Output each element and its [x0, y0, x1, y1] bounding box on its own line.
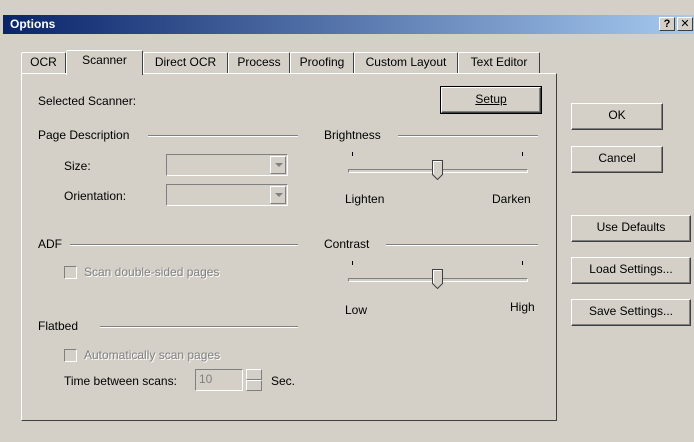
help-button[interactable]: ? — [659, 17, 675, 31]
brightness-max-label: Darken — [492, 192, 531, 206]
auto-scan-label: Automatically scan pages — [84, 348, 221, 362]
scan-double-sided-label: Scan double-sided pages — [84, 265, 220, 279]
load-settings-button[interactable]: Load Settings... — [571, 257, 691, 284]
flatbed-separator — [100, 326, 298, 328]
adf-header: ADF — [38, 237, 62, 251]
scanner-tab-panel: Selected Scanner: Setup Page Description… — [21, 73, 557, 421]
time-between-scans-input[interactable]: 10 — [195, 369, 243, 391]
title-bar[interactable]: Options ? ✕ — [3, 15, 694, 34]
window-title: Options — [10, 17, 56, 31]
save-settings-button[interactable]: Save Settings... — [571, 299, 691, 326]
chevron-down-icon[interactable] — [270, 156, 286, 174]
cancel-button[interactable]: Cancel — [571, 146, 663, 173]
selected-scanner-label: Selected Scanner: — [38, 94, 137, 108]
close-button[interactable]: ✕ — [677, 17, 693, 31]
contrast-thumb[interactable] — [432, 269, 443, 289]
size-combobox[interactable] — [166, 154, 288, 176]
tab-direct-ocr[interactable]: Direct OCR — [143, 52, 228, 73]
tab-process[interactable]: Process — [228, 52, 290, 73]
contrast-tick-max — [522, 261, 523, 265]
setup-button-label: Setup — [475, 92, 507, 106]
tab-ocr[interactable]: OCR — [21, 52, 66, 73]
tab-scanner[interactable]: Scanner — [66, 50, 143, 75]
brightness-separator — [398, 135, 538, 137]
brightness-thumb[interactable] — [432, 160, 443, 180]
tab-text-editor[interactable]: Text Editor — [458, 52, 540, 73]
page-description-separator — [148, 135, 298, 137]
options-dialog: Options ? ✕ OCR Scanner Direct OCR Proce… — [0, 0, 694, 442]
contrast-max-label: High — [510, 300, 535, 314]
brightness-min-label: Lighten — [345, 192, 385, 206]
chevron-down-icon[interactable] — [270, 186, 286, 204]
tab-proofing[interactable]: Proofing — [290, 52, 354, 73]
tab-custom-layout[interactable]: Custom Layout — [354, 52, 458, 73]
setup-button[interactable]: Setup — [440, 86, 542, 114]
contrast-separator — [386, 244, 538, 246]
orientation-label: Orientation: — [64, 189, 127, 203]
flatbed-header: Flatbed — [38, 319, 79, 333]
time-spinner — [246, 369, 262, 391]
brightness-header: Brightness — [324, 128, 381, 142]
contrast-tick-min — [352, 261, 353, 265]
contrast-min-label: Low — [345, 303, 368, 317]
use-defaults-button[interactable]: Use Defaults — [571, 215, 691, 242]
page-description-header: Page Description — [38, 128, 130, 142]
orientation-combobox[interactable] — [166, 184, 288, 206]
spin-down-button[interactable] — [246, 380, 262, 391]
brightness-tick-max — [522, 152, 523, 156]
auto-scan-checkbox[interactable] — [64, 349, 77, 362]
spin-up-button[interactable] — [246, 369, 262, 380]
scan-double-sided-checkbox[interactable] — [64, 266, 77, 279]
ok-button[interactable]: OK — [571, 103, 663, 130]
time-between-scans-label: Time between scans: — [64, 374, 177, 388]
adf-separator — [70, 244, 298, 246]
close-icon: ✕ — [680, 18, 690, 30]
contrast-header: Contrast — [324, 237, 370, 251]
size-label: Size: — [64, 159, 91, 173]
time-unit-label: Sec. — [271, 374, 296, 388]
brightness-tick-min — [352, 152, 353, 156]
